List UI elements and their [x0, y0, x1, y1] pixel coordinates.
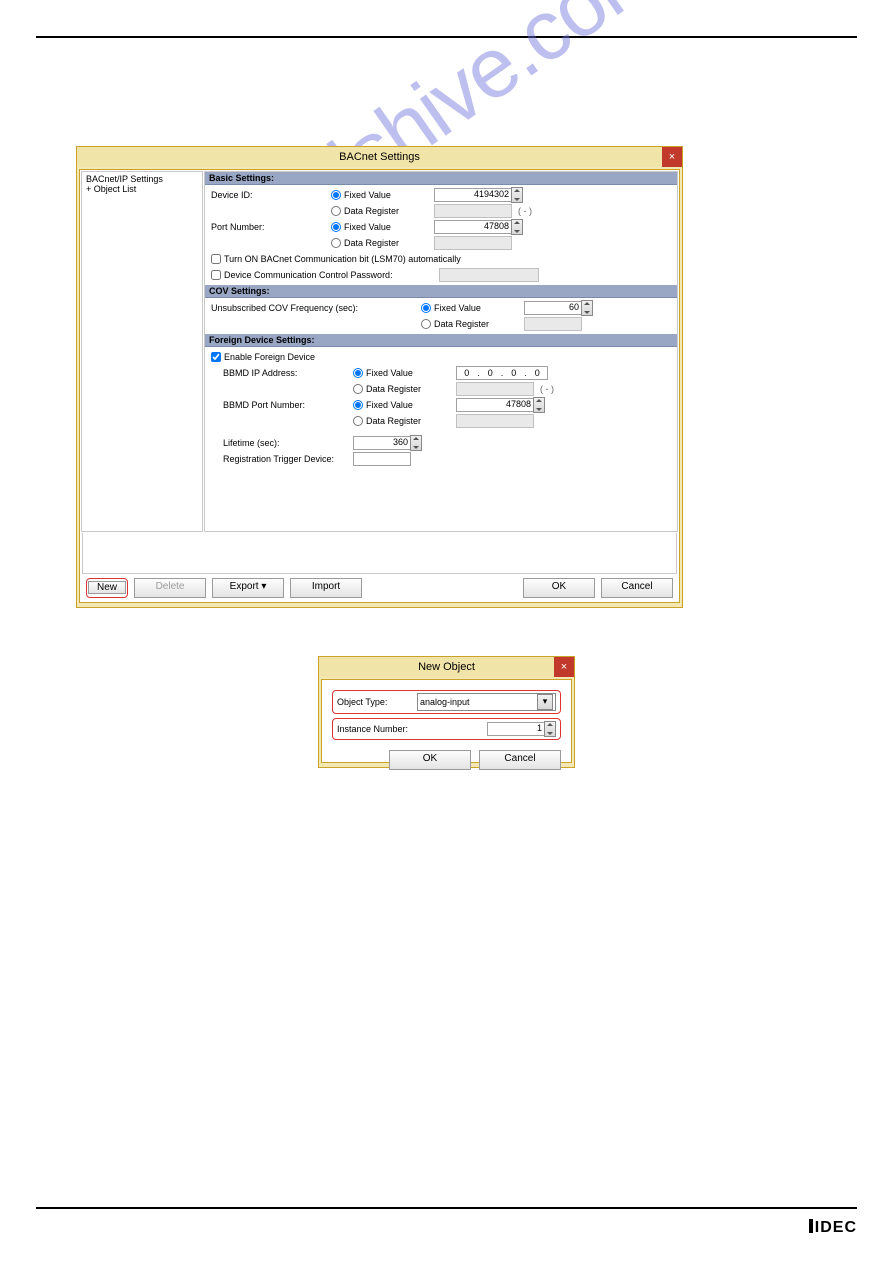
auto-comm-label: Turn ON BACnet Communication bit (LSM70)… — [224, 254, 461, 264]
tree-item-objectlist[interactable]: + Object List — [86, 184, 198, 194]
object-type-select[interactable]: analog-input ▾ — [417, 693, 556, 711]
dialog-buttons: OK Cancel — [332, 750, 561, 770]
titlebar-newobject: New Object × — [319, 657, 574, 677]
section-foreign-body: Enable Foreign Device BBMD IP Address: F… — [205, 347, 677, 531]
bbmd-port-spinner[interactable] — [533, 397, 545, 413]
bbmd-ip-input[interactable]: 0. 0. 0. 0 — [456, 366, 548, 380]
device-id-register-input — [434, 204, 512, 218]
comm-password-input — [439, 268, 539, 282]
cancel-button[interactable]: Cancel — [479, 750, 561, 770]
cov-freq-input[interactable]: 60 — [524, 301, 582, 315]
cov-fixed-radio[interactable] — [421, 303, 431, 313]
section-cov-body: Unsubscribed COV Frequency (sec): Fixed … — [205, 298, 677, 334]
bottom-rule — [36, 1207, 857, 1209]
section-cov-head: COV Settings: — [205, 285, 677, 298]
object-type-highlight: Object Type: analog-input ▾ — [332, 690, 561, 714]
export-button[interactable]: Export ▾ — [212, 578, 284, 598]
close-icon[interactable]: × — [662, 147, 682, 167]
document-page: manualshive.com BACnet Settings × BACnet… — [0, 0, 893, 1263]
cov-freq-label: Unsubscribed COV Frequency (sec): — [211, 303, 421, 313]
bbmd-port-input[interactable]: 47808 — [456, 398, 534, 412]
cov-register-radio[interactable] — [421, 319, 431, 329]
object-type-label: Object Type: — [337, 697, 417, 707]
bbmd-port-register-input — [456, 414, 534, 428]
window-title: BACnet Settings — [339, 151, 420, 163]
upper-pane: BACnet/IP Settings + Object List Basic S… — [80, 170, 679, 533]
device-id-spinner[interactable] — [511, 187, 523, 203]
lifetime-label: Lifetime (sec): — [211, 438, 353, 448]
instance-number-highlight: Instance Number: 1 — [332, 718, 561, 740]
nav-tree[interactable]: BACnet/IP Settings + Object List — [81, 171, 203, 532]
chevron-down-icon: ▾ — [261, 581, 266, 592]
window-body: BACnet/IP Settings + Object List Basic S… — [79, 169, 680, 603]
enable-foreign-label: Enable Foreign Device — [224, 352, 315, 362]
port-spinner[interactable] — [511, 219, 523, 235]
port-register-input — [434, 236, 512, 250]
ok-button[interactable]: OK — [523, 578, 595, 598]
bbmd-port-register-radio[interactable] — [353, 416, 363, 426]
logo-bar-icon — [809, 1219, 813, 1233]
bbmd-ip-label: BBMD IP Address: — [211, 368, 353, 378]
tree-expand-icon[interactable]: + — [86, 184, 94, 194]
section-foreign-head: Foreign Device Settings: — [205, 334, 677, 347]
lifetime-spinner[interactable] — [410, 435, 422, 451]
comm-password-label: Device Communication Control Password: — [224, 270, 393, 280]
enable-foreign-checkbox[interactable] — [211, 352, 221, 362]
bottom-rule-wrap — [36, 1207, 857, 1209]
import-button[interactable]: Import — [290, 578, 362, 598]
section-basic-head: Basic Settings: — [205, 172, 677, 185]
button-row: New Delete Export ▾ Import OK Cancel — [80, 574, 679, 602]
tree-item-settings[interactable]: BACnet/IP Settings — [86, 174, 198, 184]
bbmd-ip-fixed-radio[interactable] — [353, 368, 363, 378]
port-input[interactable]: 47808 — [434, 220, 512, 234]
instance-number-label: Instance Number: — [337, 724, 417, 734]
delete-button: Delete — [134, 578, 206, 598]
device-id-fixed-radio[interactable] — [331, 190, 341, 200]
bbmd-port-fixed-radio[interactable] — [353, 400, 363, 410]
idec-logo: IDEC — [809, 1219, 857, 1237]
window-title: New Object — [418, 661, 475, 673]
register-range: ( - ) — [518, 206, 532, 216]
new-button-highlight: New — [86, 578, 128, 598]
cancel-button[interactable]: Cancel — [601, 578, 673, 598]
cov-register-input — [524, 317, 582, 331]
trigger-input[interactable] — [353, 452, 411, 466]
page-content: manualshive.com BACnet Settings × BACnet… — [36, 38, 857, 768]
auto-comm-checkbox[interactable] — [211, 254, 221, 264]
fixed-value-label: Fixed Value — [344, 190, 434, 200]
cov-spinner[interactable] — [581, 300, 593, 316]
bbmd-ip-register-radio[interactable] — [353, 384, 363, 394]
device-id-register-radio[interactable] — [331, 206, 341, 216]
trigger-label: Registration Trigger Device: — [211, 454, 353, 464]
device-id-input[interactable]: 4194302 — [434, 188, 512, 202]
device-id-label: Device ID: — [211, 190, 331, 200]
section-basic-body: Device ID: Fixed Value 4194302 Data Regi… — [205, 185, 677, 285]
new-object-dialog: New Object × Object Type: analog-input ▾… — [318, 656, 575, 768]
port-register-radio[interactable] — [331, 238, 341, 248]
titlebar-bacnet: BACnet Settings × — [77, 147, 682, 167]
bbmd-ip-register-input — [456, 382, 534, 396]
data-register-label: Data Register — [344, 206, 434, 216]
port-fixed-radio[interactable] — [331, 222, 341, 232]
lower-list-pane — [82, 533, 677, 574]
ok-button[interactable]: OK — [389, 750, 471, 770]
bacnet-settings-window: BACnet Settings × BACnet/IP Settings + O… — [76, 146, 683, 608]
port-label: Port Number: — [211, 222, 331, 232]
object-type-value: analog-input — [420, 697, 470, 707]
settings-panel: Basic Settings: Device ID: Fixed Value 4… — [204, 171, 678, 532]
bbmd-port-label: BBMD Port Number: — [211, 400, 353, 410]
close-icon[interactable]: × — [554, 657, 574, 677]
instance-number-input[interactable]: 1 — [487, 722, 545, 736]
lifetime-input[interactable]: 360 — [353, 436, 411, 450]
comm-password-checkbox[interactable] — [211, 270, 221, 280]
chevron-down-icon[interactable]: ▾ — [537, 694, 553, 710]
new-button[interactable]: New — [88, 581, 126, 594]
instance-spinner[interactable] — [544, 721, 556, 737]
dialog-body: Object Type: analog-input ▾ Instance Num… — [321, 679, 572, 763]
